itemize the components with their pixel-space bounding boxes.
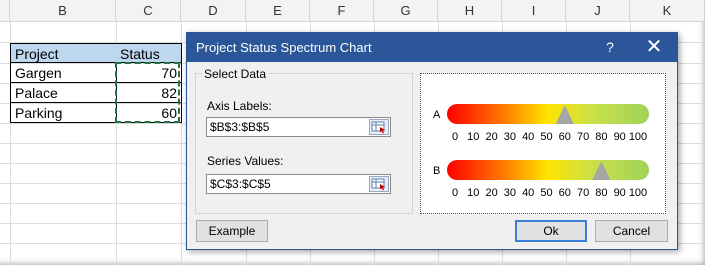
column-header-h[interactable]: H	[438, 0, 502, 22]
help-icon[interactable]: ?	[595, 33, 625, 62]
tick-label: 30	[504, 131, 516, 143]
spectrum-bar	[447, 160, 649, 180]
table-header-project[interactable]: Project	[10, 43, 117, 63]
series-values-input[interactable]: $C$3:$C$5	[206, 174, 391, 194]
tick-label: 0	[452, 187, 458, 199]
cell-project[interactable]: Palace	[10, 83, 117, 103]
column-header-d[interactable]: D	[181, 0, 246, 22]
series-values-label: Series Values:	[207, 154, 284, 168]
example-button[interactable]: Example	[196, 220, 268, 242]
column-header-e[interactable]: E	[246, 0, 310, 22]
tick-label: 10	[467, 131, 479, 143]
close-icon[interactable]: ✕	[639, 33, 669, 62]
spectrum-bar	[447, 104, 649, 124]
tick-label: 50	[540, 131, 552, 143]
axis-labels-value: $B$3:$B$5	[210, 120, 270, 134]
spectrum-chart: A0 10 20 30 40 50 60 70 80 90 100B0 10 20 30 40 50 60 70 8…	[433, 104, 649, 199]
bar-label: A	[433, 109, 441, 121]
column-header-i[interactable]: I	[502, 0, 566, 22]
ok-button[interactable]: Ok	[515, 220, 587, 242]
group-title: Select Data	[202, 67, 269, 81]
tick-label: 30	[504, 187, 516, 199]
tick-label: 100	[629, 187, 647, 199]
tick-label: 70	[577, 187, 589, 199]
copy-selection-marquee	[115, 62, 180, 123]
tick-label: 90	[614, 187, 626, 199]
tick-label: 60	[559, 131, 571, 143]
chart-preview: A 0 10 20 30 40 50 60 70 80 90 100 B 0 10 20 30 40 50 60 70 8…	[420, 73, 666, 214]
bar-label: B	[433, 165, 440, 177]
tick-label: 40	[522, 131, 534, 143]
tick-label: 10	[467, 187, 479, 199]
column-header-g[interactable]: G	[374, 0, 438, 22]
column-header-f[interactable]: F	[310, 0, 374, 22]
tick-label: 20	[485, 187, 497, 199]
series-values-value: $C$3:$C$5	[210, 177, 271, 191]
axis-labels-label: Axis Labels:	[207, 99, 272, 113]
dialog-titlebar[interactable]: Project Status Spectrum Chart ? ✕	[187, 33, 677, 62]
axis-labels-input[interactable]: $B$3:$B$5	[206, 117, 391, 137]
tick-label: 80	[595, 187, 607, 199]
cancel-button[interactable]: Cancel	[595, 220, 668, 242]
spectrum-chart-dialog: Project Status Spectrum Chart ? ✕ Select…	[186, 32, 678, 250]
column-header-b[interactable]: B	[10, 0, 116, 22]
range-select-icon[interactable]	[369, 176, 389, 192]
tick-label: 70	[577, 131, 589, 143]
row-header-corner[interactable]	[0, 0, 10, 22]
dialog-title: Project Status Spectrum Chart	[196, 40, 372, 55]
cell-project[interactable]: Gargen	[10, 63, 117, 83]
tick-label: 50	[540, 187, 552, 199]
tick-label: 0	[452, 131, 458, 143]
range-select-icon[interactable]	[369, 119, 389, 135]
cell-project[interactable]: Parking	[10, 103, 117, 123]
table-header-status[interactable]: Status	[116, 43, 182, 63]
tick-label: 60	[559, 187, 571, 199]
tick-label: 100	[629, 131, 647, 143]
column-header-c[interactable]: C	[116, 0, 181, 22]
tick-label: 40	[522, 187, 534, 199]
tick-label: 20	[485, 131, 497, 143]
tick-label: 80	[595, 131, 607, 143]
column-header-k[interactable]: K	[630, 0, 705, 22]
tick-label: 90	[614, 131, 626, 143]
column-header-j[interactable]: J	[566, 0, 630, 22]
